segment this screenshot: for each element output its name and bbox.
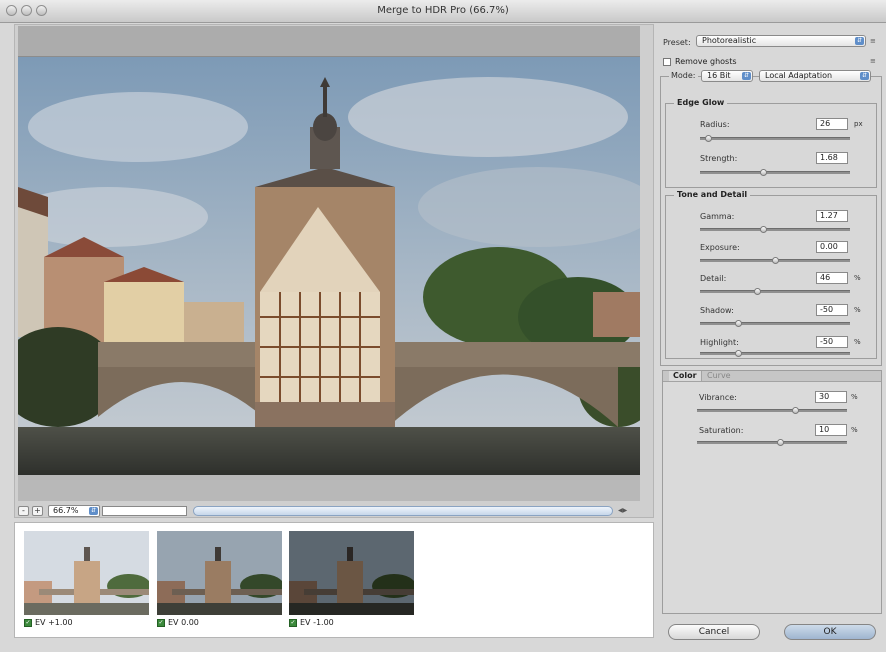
source-label-2: ✓ EV 0.00 <box>157 617 199 629</box>
window-title: Merge to HDR Pro (66.7%) <box>377 5 509 16</box>
bit-depth-value: 16 Bit <box>707 71 731 80</box>
remove-ghosts-row: Remove ghosts <box>663 57 737 66</box>
strength-input[interactable]: 1.68 <box>816 152 848 164</box>
vibrance-slider[interactable] <box>697 407 847 414</box>
detail-label: Detail: <box>700 274 727 283</box>
tab-color[interactable]: Color <box>669 371 702 381</box>
edge-glow-title: Edge Glow <box>674 98 728 107</box>
ev-label-3: EV -1.00 <box>300 618 334 627</box>
cancel-button[interactable]: Cancel <box>668 624 760 640</box>
ok-button[interactable]: OK <box>784 624 876 640</box>
mode-group: Mode: 16 Bit ⇵ Local Adaptation ⇵ Edge G… <box>660 70 882 366</box>
zoom-bar: - + 66.7% ⇵ ◀▶ <box>18 505 640 519</box>
shadow-slider-handle[interactable] <box>734 320 742 327</box>
preview-canvas-bottom <box>18 475 640 501</box>
zoom-in-button[interactable]: + <box>32 506 43 516</box>
detail-slider[interactable] <box>700 288 850 295</box>
ev-label-1: EV +1.00 <box>35 618 73 627</box>
scroll-arrows-icon[interactable]: ◀▶ <box>618 506 638 516</box>
detail-unit: % <box>854 274 861 282</box>
preset-menu-icon[interactable]: ≡ <box>870 37 876 45</box>
title-bar: Merge to HDR Pro (66.7%) <box>0 0 886 23</box>
method-select[interactable]: Local Adaptation ⇵ <box>759 70 871 82</box>
highlight-slider[interactable] <box>700 350 850 357</box>
saturation-unit: % <box>851 426 858 434</box>
mode-label: Mode: <box>669 71 698 80</box>
color-curve-section: Color Curve Vibrance: 30 % Saturation: 1… <box>662 370 882 614</box>
gamma-slider[interactable] <box>700 226 850 233</box>
exposure-input[interactable]: 0.00 <box>816 241 848 253</box>
chevron-updown-icon: ⇵ <box>860 72 869 80</box>
vibrance-slider-handle[interactable] <box>791 407 799 414</box>
strength-slider[interactable] <box>700 169 850 176</box>
saturation-slider[interactable] <box>697 439 847 446</box>
preset-label: Preset: <box>663 38 691 47</box>
gamma-input[interactable]: 1.27 <box>816 210 848 222</box>
source-label-1: ✓ EV +1.00 <box>24 617 73 629</box>
chevron-updown-icon: ⇵ <box>89 507 98 515</box>
method-value: Local Adaptation <box>765 71 833 80</box>
chevron-updown-icon: ⇵ <box>742 72 751 80</box>
detail-input[interactable]: 46 <box>816 272 848 284</box>
shadow-input[interactable]: -50 <box>816 304 848 316</box>
exposure-slider[interactable] <box>700 257 850 264</box>
hdr-preview-image <box>18 57 640 475</box>
saturation-slider-handle[interactable] <box>776 439 784 446</box>
zoom-level-select[interactable]: 66.7% ⇵ <box>48 505 100 517</box>
highlight-label: Highlight: <box>700 338 739 347</box>
source-thumbnail-3[interactable] <box>289 531 414 615</box>
gamma-slider-handle[interactable] <box>760 226 767 233</box>
include-checkbox-2[interactable]: ✓ <box>157 619 165 627</box>
source-label-3: ✓ EV -1.00 <box>289 617 334 629</box>
chevron-updown-icon: ⇵ <box>855 37 864 45</box>
zoom-level-value: 66.7% <box>53 506 79 515</box>
zoom-out-button[interactable]: - <box>18 506 29 516</box>
radius-slider[interactable] <box>700 135 850 142</box>
vibrance-label: Vibrance: <box>699 393 737 402</box>
tab-bar: Color Curve <box>663 371 881 382</box>
vibrance-input[interactable]: 30 <box>815 391 847 403</box>
shadow-unit: % <box>854 306 861 314</box>
shadow-label: Shadow: <box>700 306 734 315</box>
tone-detail-title: Tone and Detail <box>674 190 751 199</box>
remove-ghosts-label: Remove ghosts <box>675 57 737 66</box>
bit-depth-select[interactable]: 16 Bit ⇵ <box>701 70 753 82</box>
radius-unit: px <box>854 120 863 128</box>
preset-select[interactable]: Photorealistic ⇵ <box>696 35 866 47</box>
remove-ghosts-checkbox[interactable] <box>663 57 671 66</box>
highlight-input[interactable]: -50 <box>816 336 848 348</box>
exposure-label: Exposure: <box>700 243 740 252</box>
radius-label: Radius: <box>700 120 730 129</box>
ghosts-menu-icon[interactable]: ≡ <box>870 57 876 65</box>
strength-label: Strength: <box>700 154 738 163</box>
saturation-label: Saturation: <box>699 426 744 435</box>
exposure-slider-handle[interactable] <box>772 257 779 264</box>
ev-label-2: EV 0.00 <box>168 618 199 627</box>
edge-glow-group: Edge Glow Radius: 26 px Strength: 1.68 <box>665 98 877 188</box>
radius-input[interactable]: 26 <box>816 118 848 130</box>
include-checkbox-1[interactable]: ✓ <box>24 619 32 627</box>
tab-curve[interactable]: Curve <box>703 371 735 381</box>
preset-value: Photorealistic <box>702 36 757 45</box>
strength-slider-handle[interactable] <box>760 169 767 176</box>
radius-slider-handle[interactable] <box>704 135 712 142</box>
include-checkbox-3[interactable]: ✓ <box>289 619 297 627</box>
preview-canvas-top <box>18 26 640 57</box>
detail-slider-handle[interactable] <box>754 288 761 295</box>
horizontal-scrollbar[interactable] <box>193 506 613 516</box>
histogram-box <box>102 506 187 516</box>
source-thumbnail-2[interactable] <box>157 531 282 615</box>
tone-detail-group: Tone and Detail Gamma: 1.27 Exposure: 0.… <box>665 190 877 359</box>
gamma-label: Gamma: <box>700 212 735 221</box>
vibrance-unit: % <box>851 393 858 401</box>
highlight-unit: % <box>854 338 861 346</box>
shadow-slider[interactable] <box>700 320 850 327</box>
saturation-input[interactable]: 10 <box>815 424 847 436</box>
highlight-slider-handle[interactable] <box>734 350 742 357</box>
source-thumbnail-1[interactable] <box>24 531 149 615</box>
